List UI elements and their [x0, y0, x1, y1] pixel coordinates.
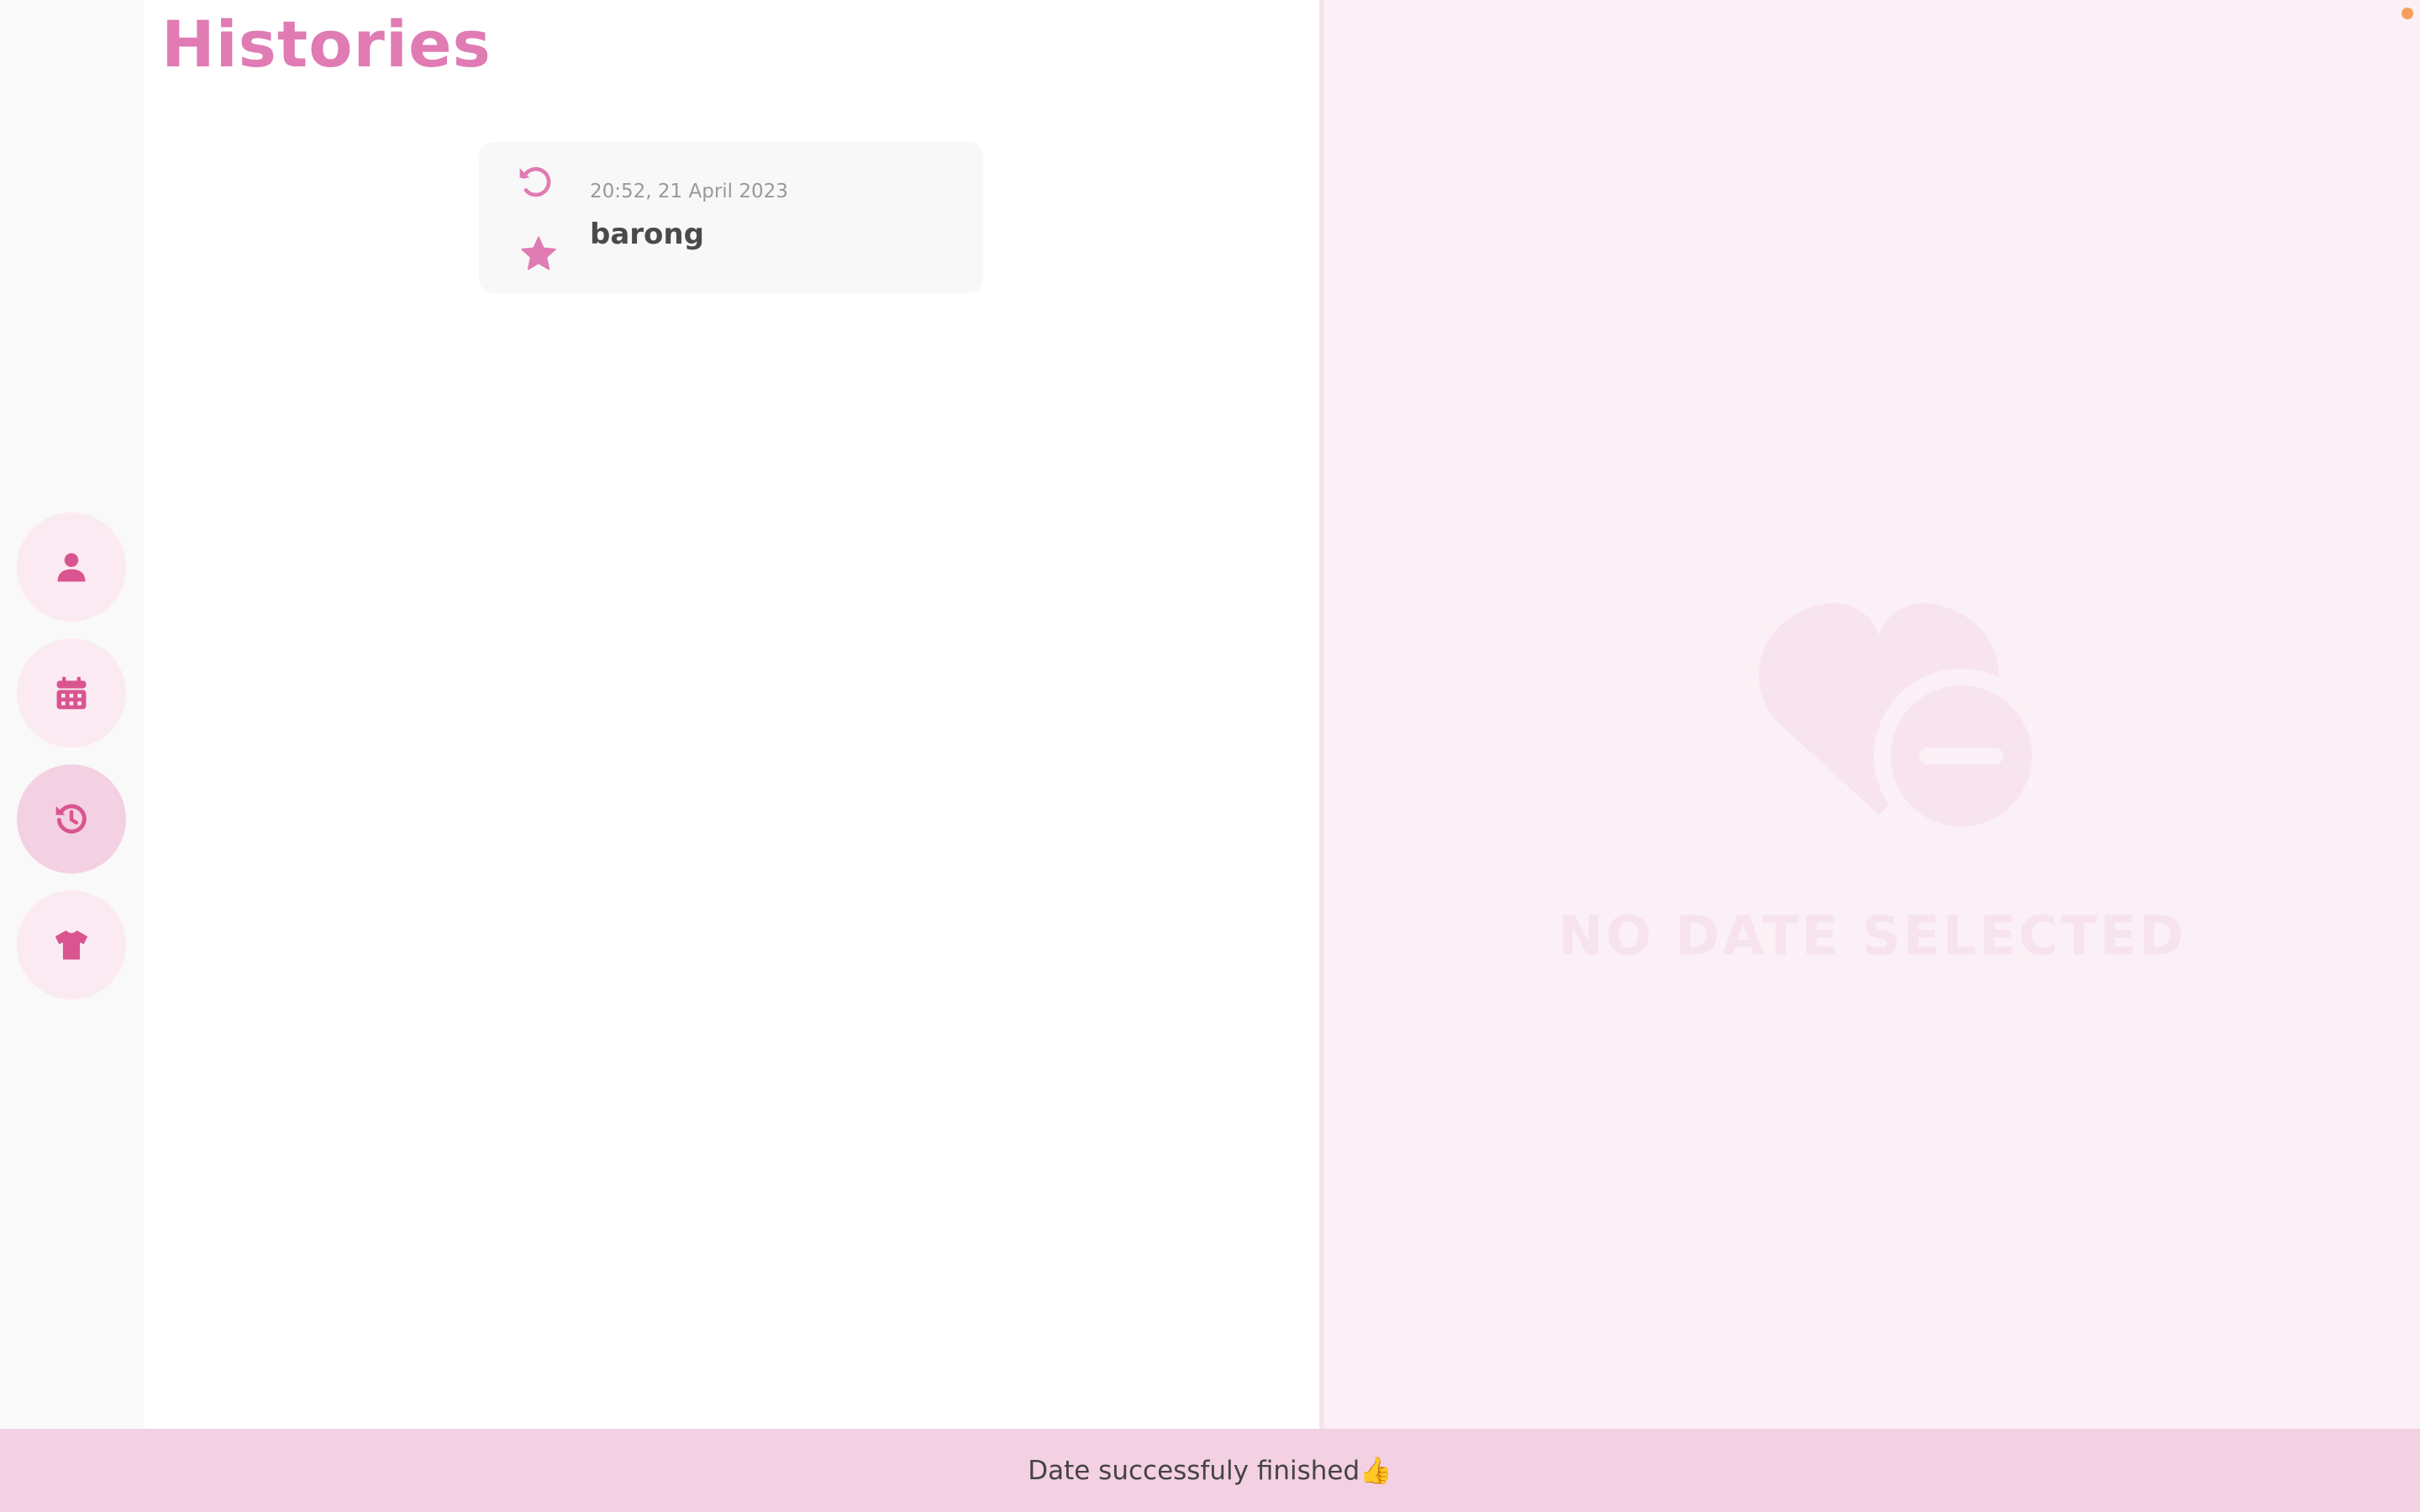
calendar-icon — [56, 676, 87, 710]
nav-outfit-button[interactable] — [17, 890, 126, 1000]
sidebar — [0, 0, 145, 1429]
nav-history-button[interactable] — [17, 764, 126, 874]
heart-minus-icon — [1759, 603, 2049, 840]
history-name: barong — [590, 218, 704, 251]
detail-panel: NO DATE SELECTED — [1324, 0, 2420, 1429]
restore-icon — [519, 167, 551, 197]
status-dot — [2402, 8, 2413, 19]
favorite-button[interactable] — [518, 233, 560, 275]
restore-button[interactable] — [514, 160, 556, 202]
histories-main: Histories 20:52, 21 April 2023 barong — [145, 0, 1319, 1429]
star-icon — [521, 236, 556, 270]
user-icon — [57, 553, 86, 582]
page-title: Histories — [161, 7, 492, 81]
nav-calendar-button[interactable] — [17, 638, 126, 748]
history-card[interactable]: 20:52, 21 April 2023 barong — [479, 142, 983, 293]
empty-state-text: NO DATE SELECTED — [1558, 906, 2186, 968]
nav-profile-button[interactable] — [17, 512, 126, 622]
shirt-icon — [55, 930, 88, 960]
history-icon — [55, 804, 87, 834]
history-timestamp: 20:52, 21 April 2023 — [590, 181, 788, 202]
toast-notification: Date successfuly finished👍 — [0, 1429, 2420, 1512]
toast-message: Date successfuly finished👍 — [1028, 1456, 1392, 1486]
